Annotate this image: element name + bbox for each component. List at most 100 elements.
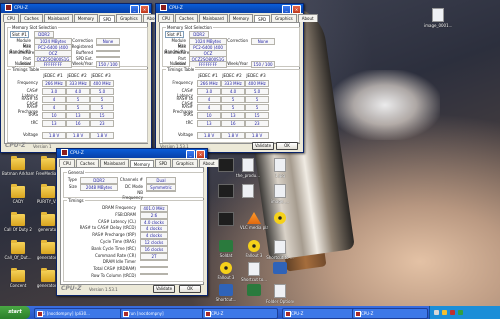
desktop-icon[interactable]: CADY bbox=[2, 184, 34, 204]
desktop-icon[interactable]: Shortcut... bbox=[212, 284, 240, 302]
file-icon bbox=[274, 284, 286, 298]
timing-cell: 5 bbox=[221, 104, 245, 111]
memory-timing-label: DRAM Idle Timer bbox=[102, 259, 136, 265]
antivirus-icon[interactable] bbox=[450, 310, 455, 315]
desktop-icon[interactable]: Fallout 3 bbox=[212, 262, 240, 280]
tab-caches[interactable]: Caches bbox=[175, 14, 198, 22]
taskbar-task-button[interactable]: CPU-Z bbox=[282, 308, 358, 319]
tab-graphics[interactable]: Graphics bbox=[116, 14, 142, 22]
tab-caches[interactable]: Caches bbox=[20, 14, 43, 22]
desktop-icon-label: Shortcut to... bbox=[240, 277, 268, 282]
title-bar[interactable]: CPU-Z _ × bbox=[156, 4, 303, 14]
desktop-icon[interactable]: Shortcut to... bbox=[240, 262, 268, 282]
tab-about[interactable]: About bbox=[297, 14, 318, 22]
cpuz-window-2[interactable]: CPU-Z _ × CPU Caches Mainboard Memory SP… bbox=[155, 3, 318, 153]
cpuz-window-1[interactable]: CPU-Z _ × CPU Caches Mainboard Memory SP… bbox=[0, 3, 163, 153]
tab-cpu[interactable]: CPU bbox=[3, 14, 20, 22]
speaker-icon[interactable] bbox=[442, 310, 447, 315]
voltage-label: Voltage bbox=[177, 132, 193, 137]
tab-cpu[interactable]: CPU bbox=[59, 159, 76, 167]
network-icon[interactable] bbox=[434, 310, 439, 315]
desktop-icon[interactable] bbox=[266, 262, 294, 275]
desktop-icon[interactable]: Call_Of_Dut... bbox=[2, 240, 34, 260]
voltage-value-2: 1.8 V bbox=[66, 132, 90, 139]
update-icon[interactable] bbox=[458, 310, 463, 315]
close-button[interactable]: × bbox=[140, 5, 149, 14]
desktop-icon[interactable] bbox=[212, 212, 240, 227]
slot-select[interactable]: Slot #1 bbox=[10, 31, 29, 38]
tab-mainboard[interactable]: Mainboard bbox=[99, 159, 129, 167]
taskbar-task-button[interactable]: run [nocdompny] bbox=[120, 308, 210, 319]
buffered-value bbox=[96, 50, 120, 52]
title-bar[interactable]: CPU-Z _ × bbox=[1, 4, 151, 14]
week-year-value: 150 / 100 bbox=[96, 61, 120, 68]
dark-icon bbox=[218, 212, 234, 226]
timing-row-label: Frequency bbox=[17, 80, 38, 85]
timings-table-label: Timings Table bbox=[11, 67, 41, 72]
desktop-icon[interactable]: image_... bbox=[266, 184, 294, 204]
week-year-value: 150 / 100 bbox=[251, 61, 275, 68]
minimize-button[interactable]: _ bbox=[186, 150, 195, 159]
tab-about[interactable]: About bbox=[198, 159, 219, 167]
desktop-icon[interactable]: the_produ... bbox=[234, 158, 262, 178]
desktop-icon[interactable]: Shortcut to ... bbox=[266, 240, 294, 260]
close-button[interactable]: × bbox=[196, 150, 205, 159]
desktop-icon[interactable]: image_0001... bbox=[424, 8, 452, 28]
timing-cell: 5 bbox=[90, 96, 114, 103]
ok-button[interactable]: OK bbox=[276, 142, 298, 150]
desktop-icon-label: VLC media player bbox=[240, 225, 268, 230]
minimize-button[interactable]: _ bbox=[282, 5, 291, 14]
spd-panel: Memory Slot Selection Slot #1 DDR2 Modul… bbox=[4, 22, 148, 144]
desktop-icon[interactable]: Concent bbox=[2, 268, 34, 288]
timings-group: Timings DRAM Frequency 401.0 MHz FSB:DRAM 2… bbox=[63, 198, 204, 282]
jedec-3-header: JEDEC #3 bbox=[91, 73, 111, 78]
timing-cell: 13 bbox=[66, 112, 90, 119]
voltage-value-1: 1.8 V bbox=[197, 132, 221, 139]
desktop-icon[interactable] bbox=[240, 284, 268, 297]
title-bar[interactable]: CPU-Z _ × bbox=[57, 149, 207, 159]
tab-mainboard[interactable]: Mainboard bbox=[43, 14, 73, 22]
taskbar-task-button[interactable]: CPU-Z bbox=[202, 308, 278, 319]
desktop-icon[interactable]: Fallout 3 bbox=[240, 240, 268, 258]
validate-button[interactable]: Validate bbox=[252, 142, 274, 150]
tab-graphics[interactable]: Graphics bbox=[271, 14, 297, 22]
tab-graphics[interactable]: Graphics bbox=[172, 159, 198, 167]
minimize-button[interactable]: _ bbox=[130, 5, 139, 14]
close-button[interactable]: × bbox=[292, 5, 301, 14]
cpuz-app-icon bbox=[61, 149, 68, 156]
tab-memory[interactable]: Memory bbox=[73, 14, 99, 22]
timing-row-label: tRC bbox=[186, 120, 193, 125]
desktop-icon[interactable] bbox=[234, 184, 262, 199]
timing-cell: 4 bbox=[197, 96, 221, 103]
timings-table-group: Timings Table JEDEC #1 JEDEC #2 JEDEC #3… bbox=[7, 67, 148, 143]
desktop-icon[interactable]: 1.jpg bbox=[266, 158, 294, 178]
timing-cell: 266 MHz bbox=[42, 80, 66, 87]
tab-spd[interactable]: SPD bbox=[155, 159, 172, 167]
slot-select[interactable]: Slot #1 bbox=[165, 31, 184, 38]
spd-panel: Memory Slot Selection Slot #1 DDR2 Modul… bbox=[159, 22, 300, 144]
tab-mainboard[interactable]: Mainboard bbox=[198, 14, 228, 22]
tab-caches[interactable]: Caches bbox=[76, 159, 99, 167]
tab-cpu[interactable]: CPU bbox=[158, 14, 175, 22]
desktop-icon[interactable]: Soldat bbox=[212, 240, 240, 258]
taskbar-task-button[interactable]: 2 [nocdompny] (pli30... bbox=[34, 308, 124, 319]
desktop-icon[interactable]: Call Of Duty 2 bbox=[2, 212, 34, 232]
system-tray bbox=[429, 306, 500, 319]
desktop-icon-label: Shortcut... bbox=[215, 297, 237, 302]
voltage-label: Voltage bbox=[22, 132, 38, 137]
type-value: DDR2 bbox=[80, 177, 118, 184]
timings-group-label: Timings bbox=[67, 198, 85, 203]
desktop-icon[interactable]: Folder Options bbox=[266, 284, 294, 304]
desktop-icon[interactable]: Batman Arkham... bbox=[2, 156, 34, 176]
desktop-icon[interactable] bbox=[266, 212, 294, 225]
cpuz-window-3[interactable]: CPU-Z _ × CPU Caches Mainboard Memory SP… bbox=[56, 148, 219, 296]
taskbar-task-button[interactable]: CPU-Z bbox=[352, 308, 428, 319]
tab-memory[interactable]: Memory bbox=[228, 14, 254, 22]
validate-button[interactable]: Validate bbox=[153, 285, 175, 293]
start-button[interactable]: start bbox=[0, 306, 30, 319]
ok-button[interactable]: OK bbox=[179, 285, 201, 293]
desktop-icon[interactable]: VLC media player bbox=[240, 212, 268, 230]
task-label: CPU-Z bbox=[361, 311, 374, 316]
folder-icon bbox=[11, 184, 25, 198]
folder-icon bbox=[11, 268, 25, 282]
